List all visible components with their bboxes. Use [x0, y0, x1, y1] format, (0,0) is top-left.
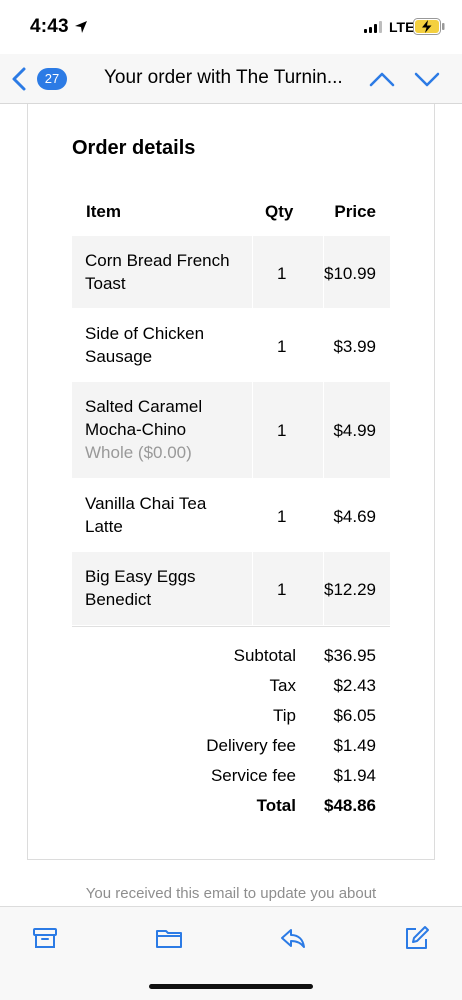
total-label: Total — [256, 796, 296, 815]
reply-icon[interactable] — [279, 924, 307, 952]
cell-divider — [252, 552, 253, 625]
column-header-qty: Qty — [265, 202, 294, 221]
chevron-left-icon — [12, 67, 26, 91]
order-totals: Subtotal $36.95 Tax $2.43 Tip $6.05 Deli… — [72, 644, 390, 824]
item-modifier: Whole ($0.00) — [85, 443, 192, 462]
grand-total-row: Total $48.86 — [72, 794, 390, 824]
column-header-price: Price — [334, 202, 376, 221]
item-name: Salted Caramel Mocha-Chino — [85, 397, 203, 439]
item-price: $12.29 — [324, 580, 376, 599]
total-value: $36.95 — [324, 646, 376, 665]
total-value: $6.05 — [333, 706, 376, 725]
total-label: Tax — [269, 676, 296, 695]
cell-divider — [323, 382, 324, 478]
cell-signal-icon — [364, 21, 382, 33]
table-row: Big Easy Eggs Benedict 1 $12.29 — [72, 552, 390, 626]
item-qty: 1 — [277, 421, 287, 440]
chevron-up-icon[interactable] — [368, 68, 396, 90]
column-header-item: Item — [86, 202, 121, 221]
email-subject-title: Your order with The Turnin... — [104, 67, 343, 88]
item-qty: 1 — [277, 580, 287, 599]
item-qty: 1 — [277, 507, 287, 526]
archive-icon[interactable] — [31, 924, 59, 952]
network-type: LTE — [389, 19, 415, 35]
total-value: $1.49 — [333, 736, 376, 755]
folder-icon[interactable] — [155, 924, 183, 952]
cell-divider — [323, 236, 324, 308]
item-name: Vanilla Chai Tea Latte — [85, 494, 207, 536]
battery-charging-icon — [413, 18, 445, 35]
cell-divider — [252, 382, 253, 478]
back-button[interactable]: 27 — [10, 64, 72, 94]
item-price: $3.99 — [333, 337, 376, 356]
total-label: Delivery fee — [206, 736, 296, 755]
item-qty: 1 — [277, 337, 287, 356]
order-table-header: Item Qty Price — [72, 200, 390, 224]
total-label: Tip — [273, 706, 296, 725]
order-items-list: Corn Bread French Toast 1 $10.99 Side of… — [72, 236, 390, 626]
table-row: Side of Chicken Sausage 1 $3.99 — [72, 309, 390, 382]
total-value: $48.86 — [324, 796, 376, 815]
location-arrow-icon — [75, 21, 87, 33]
cell-divider — [323, 552, 324, 625]
item-price: $4.99 — [333, 421, 376, 440]
item-name: Big Easy Eggs Benedict — [85, 567, 196, 609]
status-bar: 4:43 LTE — [0, 0, 462, 54]
total-value: $1.94 — [333, 766, 376, 785]
delivery-fee-row: Delivery fee $1.49 — [72, 734, 390, 764]
item-name: Side of Chicken Sausage — [85, 324, 205, 366]
total-label: Service fee — [210, 766, 296, 785]
service-fee-row: Service fee $1.94 — [72, 764, 390, 794]
tax-row: Tax $2.43 — [72, 674, 390, 704]
table-row: Vanilla Chai Tea Latte 1 $4.69 — [72, 479, 390, 552]
chevron-down-icon[interactable] — [413, 68, 441, 90]
status-time: 4:43 — [30, 16, 69, 37]
item-name-group: Salted Caramel Mocha-Chino Whole ($0.00) — [85, 395, 245, 464]
item-qty: 1 — [277, 264, 287, 283]
subtotal-row: Subtotal $36.95 — [72, 644, 390, 674]
item-price: $10.99 — [324, 264, 376, 283]
home-indicator[interactable] — [149, 984, 313, 989]
order-details-heading: Order details — [72, 137, 196, 159]
item-price: $4.69 — [333, 507, 376, 526]
unread-count-badge: 27 — [37, 68, 67, 90]
total-label: Subtotal — [233, 646, 296, 665]
item-name: Corn Bread French Toast — [85, 251, 230, 293]
compose-icon[interactable] — [403, 924, 431, 952]
table-row: Salted Caramel Mocha-Chino Whole ($0.00)… — [72, 382, 390, 479]
email-footer-note: You received this email to update you ab… — [85, 885, 377, 902]
cell-divider — [252, 236, 253, 308]
table-bottom-rule — [72, 626, 390, 627]
tip-row: Tip $6.05 — [72, 704, 390, 734]
total-value: $2.43 — [333, 676, 376, 695]
email-nav-bar: 27 Your order with The Turnin... — [0, 54, 462, 104]
table-row: Corn Bread French Toast 1 $10.99 — [72, 236, 390, 309]
